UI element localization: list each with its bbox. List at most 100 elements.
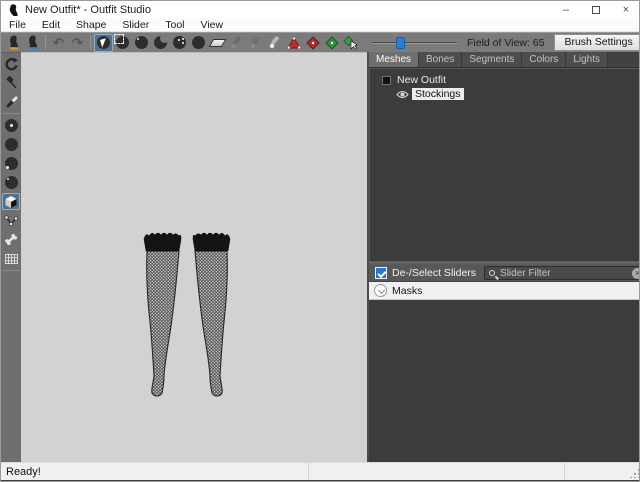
masks-section-header[interactable]: Masks <box>369 282 640 300</box>
new-project-icon <box>6 35 21 51</box>
viewport-3d[interactable] <box>21 52 367 462</box>
menu-shape[interactable]: Shape <box>68 19 114 31</box>
mask-brush-button[interactable] <box>113 34 132 52</box>
alpha-brush-icon <box>268 36 281 49</box>
close-icon: × <box>623 4 629 16</box>
rotate-view-icon <box>4 57 18 71</box>
masks-label: Masks <box>392 285 422 297</box>
right-panel: Meshes Bones Segments Colors Lights New … <box>369 52 640 462</box>
tab-lights[interactable]: Lights <box>566 52 608 67</box>
stockings-mesh[interactable] <box>141 230 233 400</box>
menu-file[interactable]: File <box>1 19 34 31</box>
tree-item-label[interactable]: Stockings <box>412 88 464 100</box>
load-project-button[interactable] <box>23 34 42 52</box>
deflate-brush-icon <box>5 157 18 170</box>
weight-brush-button[interactable] <box>227 34 246 52</box>
rotate-view-button[interactable] <box>2 55 20 72</box>
load-project-icon <box>25 35 40 51</box>
status-message-section: Ready! <box>1 463 309 480</box>
toolbar-separator <box>45 35 46 50</box>
left-smooth-brush-button[interactable] <box>2 174 20 191</box>
inflate-brush-icon <box>135 36 148 49</box>
window-title: New Outfit* - Outfit Studio <box>25 4 151 16</box>
undiff-brush-button[interactable] <box>208 34 227 52</box>
split-edge-button[interactable] <box>322 34 341 52</box>
minimize-button[interactable]: – <box>551 1 581 19</box>
meshes-tree: New Outfit Stockings <box>369 68 640 262</box>
redo-button[interactable]: ↷ <box>68 34 87 52</box>
menu-slider[interactable]: Slider <box>114 19 157 31</box>
move-brush-button[interactable] <box>170 34 189 52</box>
redo-icon: ↷ <box>72 36 83 49</box>
select-tool-button[interactable] <box>94 34 113 52</box>
smooth-brush-icon <box>192 36 205 49</box>
maximize-icon <box>592 6 600 14</box>
tab-segments[interactable]: Segments <box>462 52 522 67</box>
field-of-view-slider[interactable] <box>372 36 457 50</box>
status-middle-section <box>309 463 565 480</box>
cube-mode-button[interactable] <box>2 193 20 210</box>
mask-brush-icon <box>5 119 18 132</box>
left-mask-brush-button[interactable] <box>2 117 20 134</box>
title-bar[interactable]: New Outfit* - Outfit Studio – × <box>1 1 640 19</box>
slider-list-area <box>369 300 640 462</box>
visibility-eye-icon[interactable] <box>396 90 409 99</box>
toolbar-separator <box>90 35 91 50</box>
inflate-brush-button[interactable] <box>132 34 151 52</box>
eraser-icon <box>209 39 227 47</box>
inflate-brush-icon <box>5 138 18 151</box>
color-brush-button[interactable] <box>246 34 265 52</box>
left-inflate-brush-button[interactable] <box>2 136 20 153</box>
collapse-icon[interactable] <box>382 76 391 85</box>
grid-toggle-button[interactable] <box>2 250 20 267</box>
status-text: Ready! <box>6 466 41 478</box>
menu-edit[interactable]: Edit <box>34 19 68 31</box>
pin-icon <box>5 76 18 89</box>
mask-brush-icon <box>116 36 129 49</box>
paint-brush-icon <box>5 95 18 108</box>
close-button[interactable]: × <box>611 1 640 19</box>
collapse-vertex-button[interactable] <box>284 34 303 52</box>
slider-filter-input[interactable] <box>500 268 632 279</box>
tree-item-stockings[interactable]: Stockings <box>370 87 640 101</box>
weight-brush-icon <box>230 36 243 49</box>
tab-meshes[interactable]: Meshes <box>369 52 419 67</box>
slider-filter-box[interactable]: × <box>484 266 640 280</box>
brush-settings-button[interactable]: Brush Settings <box>554 34 640 51</box>
bone-edit-button[interactable] <box>2 231 20 248</box>
main-area: Meshes Bones Segments Colors Lights New … <box>1 52 640 462</box>
move-vertex-button[interactable] <box>341 34 360 52</box>
smooth-brush-icon <box>5 176 18 189</box>
tree-root-label[interactable]: New Outfit <box>397 74 446 86</box>
deselect-sliders-checkbox[interactable] <box>375 267 387 279</box>
menu-view[interactable]: View <box>193 19 232 31</box>
alpha-brush-button[interactable] <box>265 34 284 52</box>
new-project-button[interactable] <box>4 34 23 52</box>
clear-filter-icon[interactable]: × <box>632 268 640 279</box>
paint-brush-button[interactable] <box>2 93 20 110</box>
pin-button[interactable] <box>2 74 20 91</box>
slider-track <box>372 42 457 44</box>
status-bar: Ready! <box>1 462 640 480</box>
collapse-vertex-icon <box>287 36 301 50</box>
bone-icon <box>4 233 18 246</box>
chevron-down-icon[interactable] <box>374 284 387 297</box>
tab-bones[interactable]: Bones <box>419 52 462 67</box>
deflate-brush-button[interactable] <box>151 34 170 52</box>
tab-colors[interactable]: Colors <box>522 52 566 67</box>
smooth-brush-button[interactable] <box>189 34 208 52</box>
slider-toolbar: De-/Select Sliders × <box>369 265 640 282</box>
slider-handle[interactable] <box>396 37 405 49</box>
vertex-edit-button[interactable] <box>2 212 20 229</box>
panel-tab-bar: Meshes Bones Segments Colors Lights <box>369 52 640 68</box>
menu-tool[interactable]: Tool <box>157 19 192 31</box>
left-toolbar <box>1 52 21 462</box>
minimize-icon: – <box>563 4 569 16</box>
undo-button[interactable]: ↶ <box>49 34 68 52</box>
left-deflate-brush-button[interactable] <box>2 155 20 172</box>
flip-edge-button[interactable] <box>303 34 322 52</box>
deselect-sliders-label[interactable]: De-/Select Sliders <box>392 267 476 279</box>
tree-item-new-outfit[interactable]: New Outfit <box>370 73 640 87</box>
maximize-button[interactable] <box>581 1 611 19</box>
resize-grip[interactable] <box>629 468 639 478</box>
